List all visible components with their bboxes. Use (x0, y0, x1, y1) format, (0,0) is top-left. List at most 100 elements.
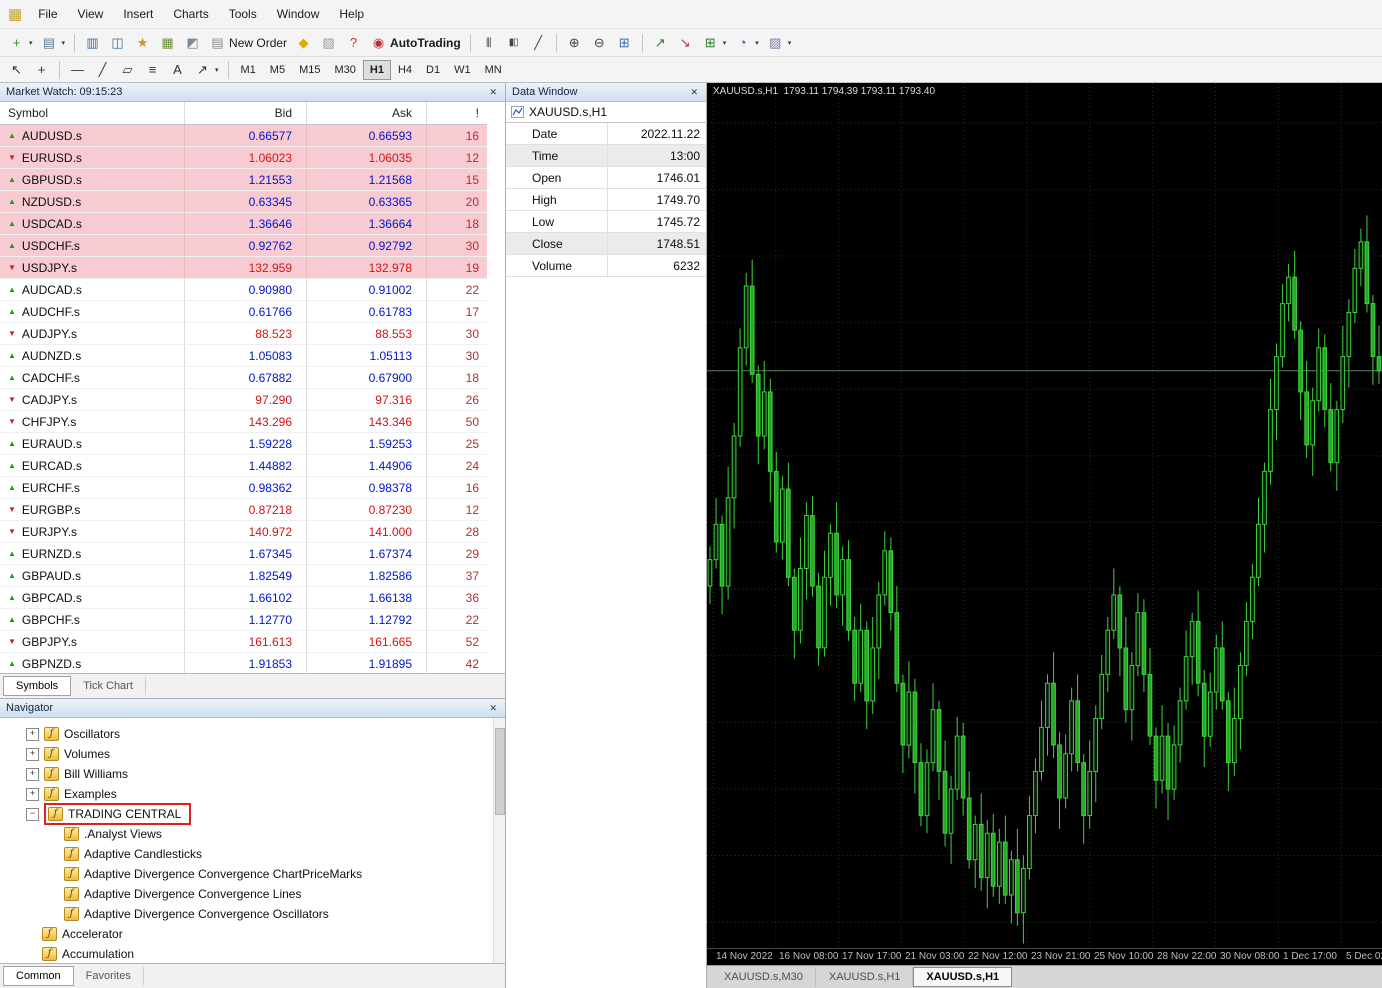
timeframe-mn[interactable]: MN (478, 60, 509, 80)
market-watch-row-cadjpy-s[interactable]: ▼CADJPY.s97.29097.31626 (0, 389, 487, 411)
expand-icon[interactable]: + (26, 748, 39, 761)
market-watch-row-audusd-s[interactable]: ▲AUDUSD.s0.665770.6659316 (0, 125, 487, 147)
market-watch-titlebar[interactable]: Market Watch: 09:15:23 ✕ (0, 83, 505, 102)
navigator-item-accelerator[interactable]: ƒAccelerator (0, 924, 505, 944)
collapse-icon[interactable]: − (26, 808, 39, 821)
navigator-item-adaptive-candlesticks[interactable]: ƒAdaptive Candlesticks (0, 844, 505, 864)
navigator-titlebar[interactable]: Navigator ✕ (0, 699, 505, 718)
market-watch-row-audjpy-s[interactable]: ▼AUDJPY.s88.52388.55330 (0, 323, 487, 345)
timeframe-h4[interactable]: H4 (391, 60, 419, 80)
timeframe-m1[interactable]: M1 (234, 60, 263, 80)
timeframe-d1[interactable]: D1 (419, 60, 447, 80)
fibonacci-button[interactable]: ≡ (141, 59, 164, 81)
data-window-titlebar[interactable]: Data Window ✕ (506, 83, 706, 102)
expand-icon[interactable]: + (26, 788, 39, 801)
zoom-out-button[interactable]: ⊖ (588, 32, 611, 54)
styler-button[interactable]: ▧ (317, 32, 340, 54)
market-watch-button[interactable]: ▥ (81, 32, 104, 54)
new-chart-button[interactable]: +▾ (5, 32, 36, 54)
market-watch-row-gbpchf-s[interactable]: ▲GBPCHF.s1.127701.1279222 (0, 609, 487, 631)
navigator-item-trading-central[interactable]: −ƒTRADING CENTRAL (0, 804, 505, 824)
market-watch-row-eurjpy-s[interactable]: ▼EURJPY.s140.972141.00028 (0, 521, 487, 543)
trendline-button[interactable]: ╱ (91, 59, 114, 81)
bar-chart-button[interactable]: ||| (477, 32, 500, 54)
close-icon[interactable]: ✕ (688, 87, 700, 98)
market-watch-row-usdcad-s[interactable]: ▲USDCAD.s1.366461.3666418 (0, 213, 487, 235)
timeframe-w1[interactable]: W1 (447, 60, 478, 80)
column-header-symbol[interactable]: Symbol (0, 102, 185, 124)
data-window-button[interactable]: ◫ (106, 32, 129, 54)
text-button[interactable]: A (166, 59, 189, 81)
periods-button[interactable]: ◔▾ (731, 32, 762, 54)
navigator-item-adaptive-divergence-convergence-lines[interactable]: ƒAdaptive Divergence Convergence Lines (0, 884, 505, 904)
cursor-button[interactable]: ↖ (5, 59, 28, 81)
market-watch-row-eurgbp-s[interactable]: ▼EURGBP.s0.872180.8723012 (0, 499, 487, 521)
navigator-scrollbar[interactable] (493, 718, 505, 963)
menu-tools[interactable]: Tools (219, 2, 267, 26)
new-order-button[interactable]: ▤New Order (206, 32, 290, 54)
market-watch-tab-tick-chart[interactable]: Tick Chart (71, 677, 146, 695)
navigator-item-volumes[interactable]: +ƒVolumes (0, 744, 505, 764)
market-watch-row-gbpusd-s[interactable]: ▲GBPUSD.s1.215531.2156815 (0, 169, 487, 191)
chart-tab-xauusd-s-h1[interactable]: XAUUSD.s,H1 (913, 967, 1012, 987)
equidistant-channel-button[interactable]: ▱ (116, 59, 139, 81)
chart-tab-xauusd-s-h1[interactable]: XAUUSD.s,H1 (816, 967, 914, 987)
navigator-item-adaptive-divergence-convergence-chartpricemarks[interactable]: ƒAdaptive Divergence Convergence ChartPr… (0, 864, 505, 884)
menu-help[interactable]: Help (329, 2, 374, 26)
navigator-tab-common[interactable]: Common (3, 966, 74, 986)
market-watch-row-cadchf-s[interactable]: ▲CADCHF.s0.678820.6790018 (0, 367, 487, 389)
zoom-in-button[interactable]: ⊕ (563, 32, 586, 54)
navigator-item-analyst-views[interactable]: ƒ.Analyst Views (0, 824, 505, 844)
market-watch-row-eurnzd-s[interactable]: ▲EURNZD.s1.673451.6737429 (0, 543, 487, 565)
price-chart[interactable]: XAUUSD.s,H1 1793.11 1794.39 1793.11 1793… (707, 83, 1382, 948)
indicators-up-button[interactable]: ↗ (649, 32, 672, 54)
market-watch-row-eurusd-s[interactable]: ▼EURUSD.s1.060231.0603512 (0, 147, 487, 169)
market-watch-row-nzdusd-s[interactable]: ▲NZDUSD.s0.633450.6336520 (0, 191, 487, 213)
indicators-down-button[interactable]: ↘ (674, 32, 697, 54)
market-watch-row-gbpnzd-s[interactable]: ▲GBPNZD.s1.918531.9189542 (0, 653, 487, 673)
candlestick-chart-button[interactable]: ▮▯ (502, 32, 525, 54)
timeframe-m5[interactable]: M5 (263, 60, 292, 80)
navigator-item-examples[interactable]: +ƒExamples (0, 784, 505, 804)
column-header-ask[interactable]: Ask (307, 102, 427, 124)
market-watch-tab-symbols[interactable]: Symbols (3, 676, 71, 696)
column-header-bid[interactable]: Bid (185, 102, 307, 124)
market-watch-row-gbpaud-s[interactable]: ▲GBPAUD.s1.825491.8258637 (0, 565, 487, 587)
menu-charts[interactable]: Charts (163, 2, 218, 26)
market-watch-row-gbpjpy-s[interactable]: ▼GBPJPY.s161.613161.66552 (0, 631, 487, 653)
navigator-item-accumulation[interactable]: ƒAccumulation (0, 944, 505, 963)
line-chart-button[interactable]: ╱ (527, 32, 550, 54)
scrollbar-thumb[interactable] (495, 728, 505, 815)
profiles-button[interactable]: ▤▾ (38, 32, 69, 54)
timeframe-m15[interactable]: M15 (292, 60, 327, 80)
templates-button[interactable]: ▨▾ (764, 32, 795, 54)
market-watch-row-audchf-s[interactable]: ▲AUDCHF.s0.617660.6178317 (0, 301, 487, 323)
expand-icon[interactable]: + (26, 768, 39, 781)
strategy-tester-button[interactable]: ◩ (181, 32, 204, 54)
market-watch-row-usdchf-s[interactable]: ▲USDCHF.s0.927620.9279230 (0, 235, 487, 257)
candlestick-chart[interactable] (707, 83, 1382, 948)
menu-view[interactable]: View (68, 2, 114, 26)
market-watch-row-chfjpy-s[interactable]: ▼CHFJPY.s143.296143.34650 (0, 411, 487, 433)
market-watch-row-gbpcad-s[interactable]: ▲GBPCAD.s1.661021.6613836 (0, 587, 487, 609)
chart-tab-xauusd-s-m30[interactable]: XAUUSD.s,M30 (711, 967, 816, 987)
menu-file[interactable]: File (28, 2, 67, 26)
add-indicator-button[interactable]: ⊞▾ (699, 32, 730, 54)
market-watch-row-audcad-s[interactable]: ▲AUDCAD.s0.909800.9100222 (0, 279, 487, 301)
market-watch-row-euraud-s[interactable]: ▲EURAUD.s1.592281.5925325 (0, 433, 487, 455)
market-watch-row-audnzd-s[interactable]: ▲AUDNZD.s1.050831.0511330 (0, 345, 487, 367)
market-watch-row-eurcad-s[interactable]: ▲EURCAD.s1.448821.4490624 (0, 455, 487, 477)
timeframe-h1[interactable]: H1 (363, 60, 391, 80)
terminal-button[interactable]: ▦ (156, 32, 179, 54)
menu-window[interactable]: Window (267, 2, 330, 26)
horizontal-line-button[interactable]: ― (66, 59, 89, 81)
help-button[interactable]: ? (342, 32, 365, 54)
navigator-button[interactable]: ★ (131, 32, 154, 54)
expand-icon[interactable]: + (26, 728, 39, 741)
timeframe-m30[interactable]: M30 (327, 60, 362, 80)
market-watch-row-eurchf-s[interactable]: ▲EURCHF.s0.983620.9837816 (0, 477, 487, 499)
close-icon[interactable]: ✕ (487, 87, 499, 98)
navigator-item-bill-williams[interactable]: +ƒBill Williams (0, 764, 505, 784)
navigator-item-oscillators[interactable]: +ƒOscillators (0, 724, 505, 744)
navigator-tab-favorites[interactable]: Favorites (74, 967, 144, 985)
